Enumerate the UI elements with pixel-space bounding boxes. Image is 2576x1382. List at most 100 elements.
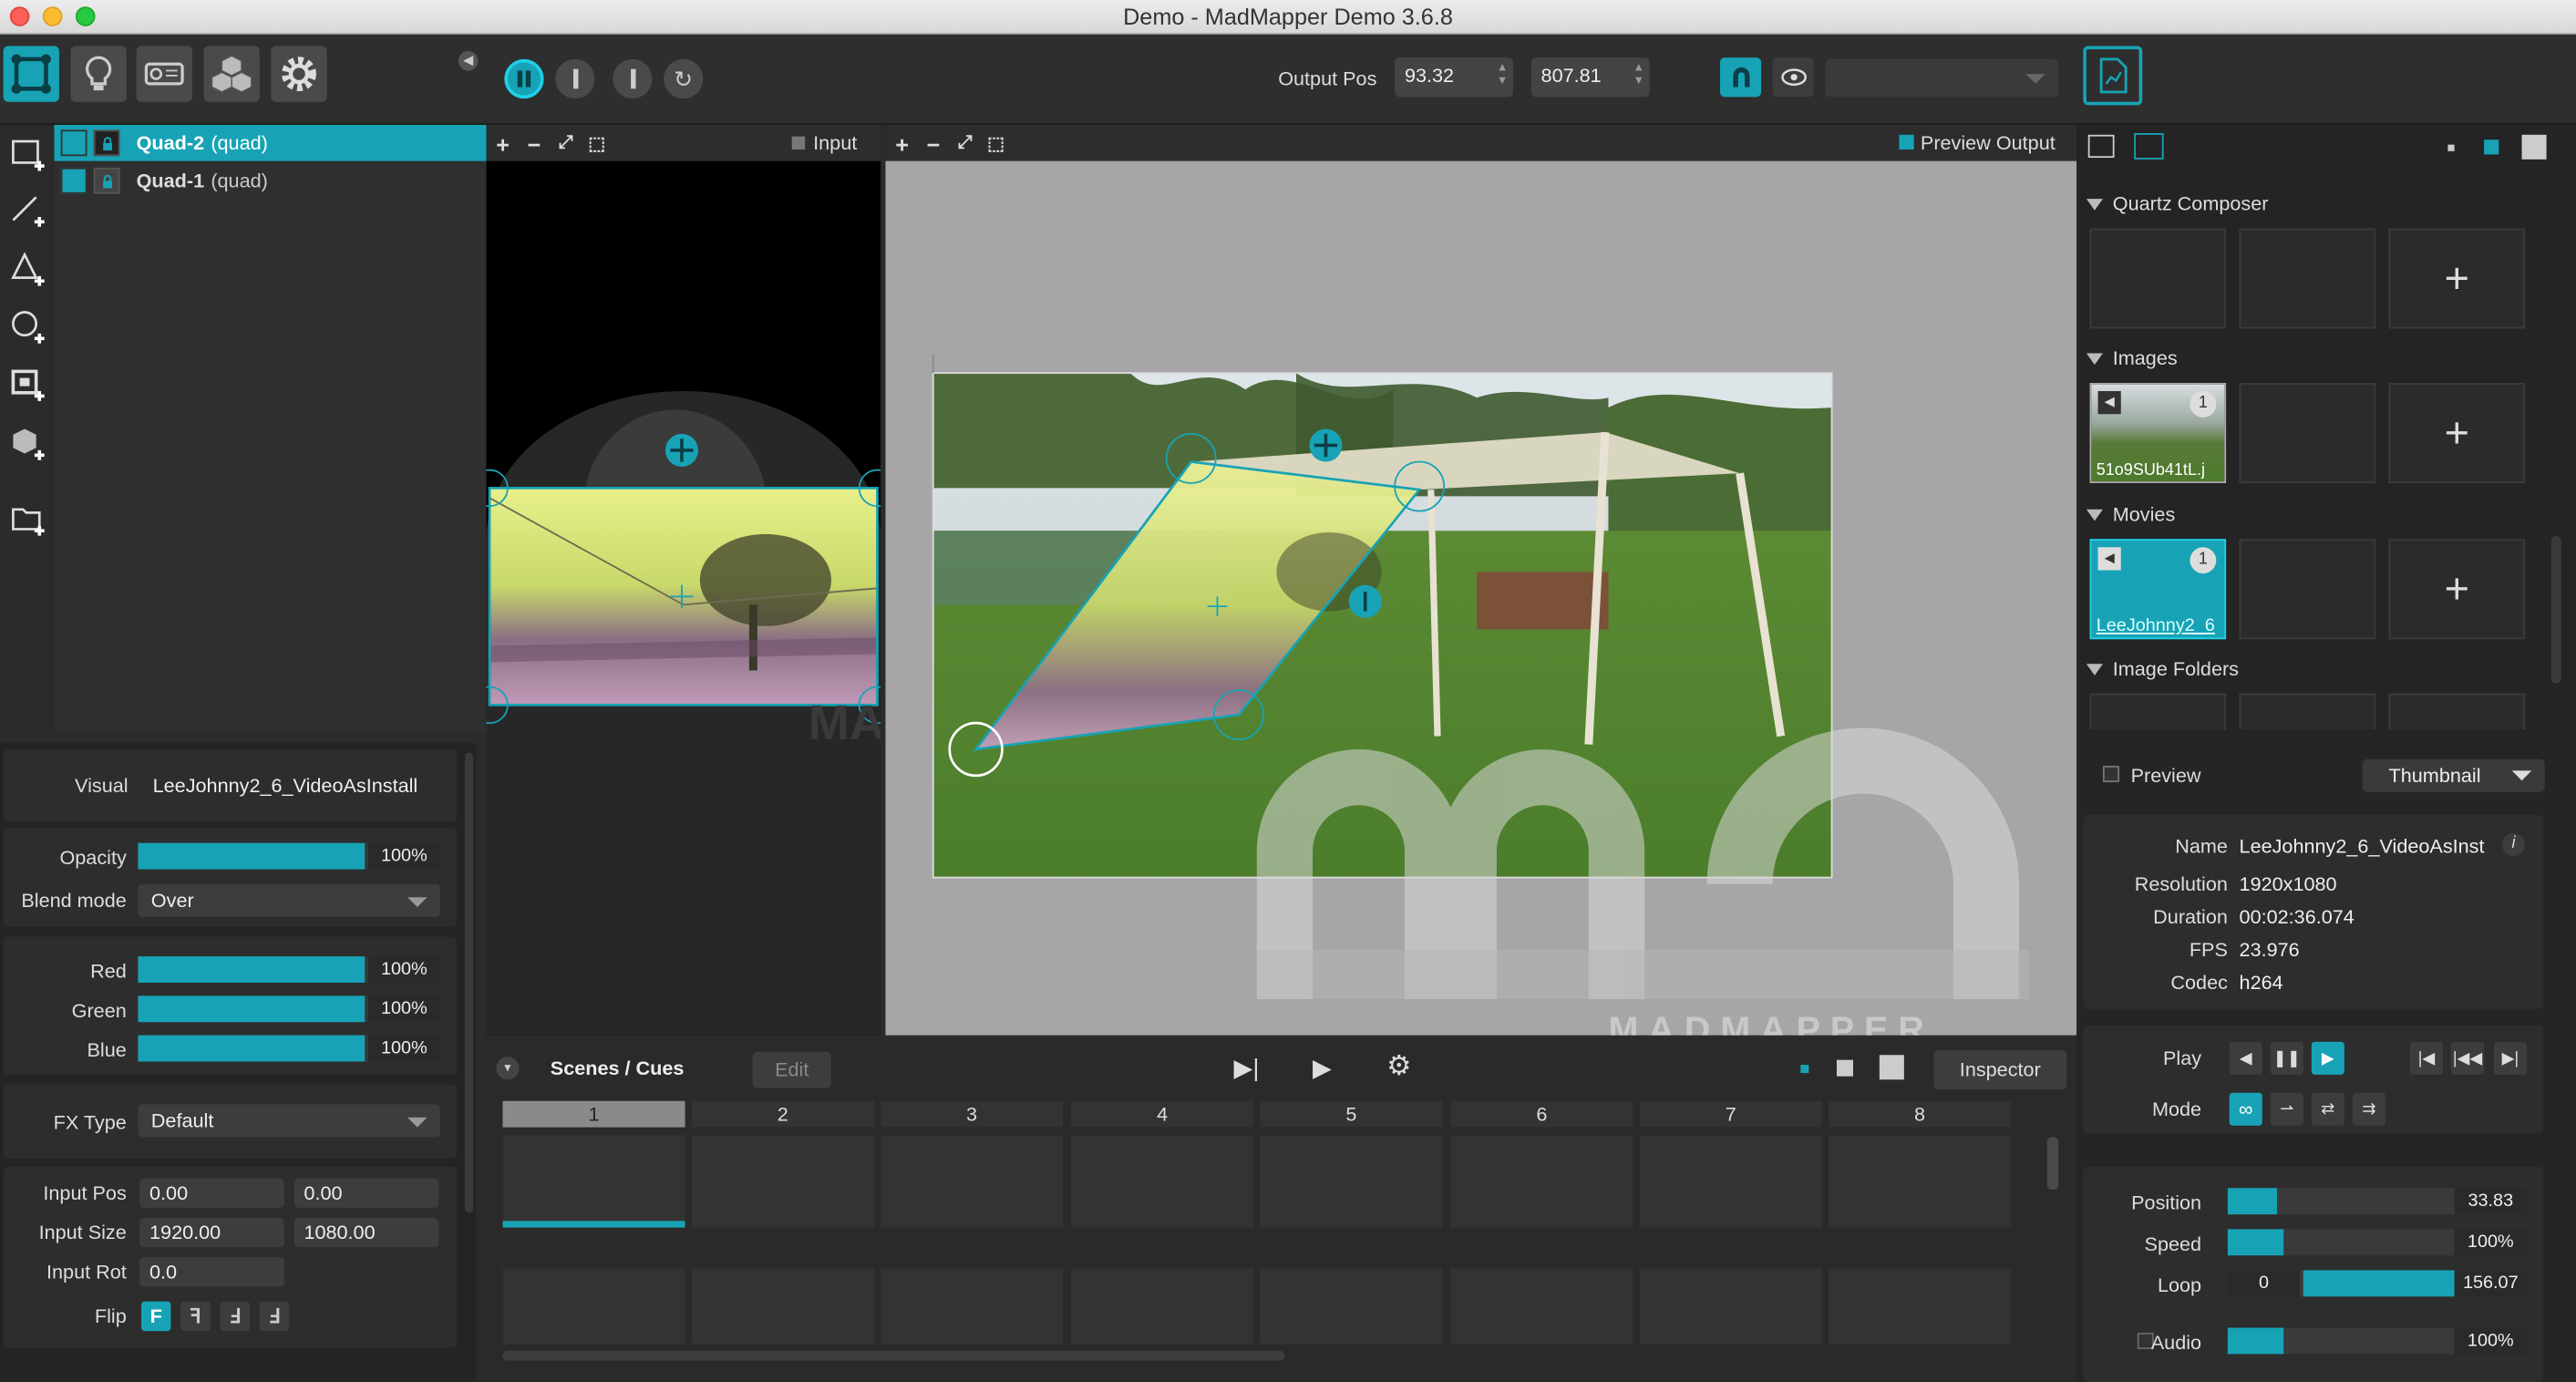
layer-visibility-toggle[interactable] (60, 167, 88, 194)
input-rot-field[interactable]: 0.0 (139, 1256, 284, 1287)
input-canvas[interactable]: MA (486, 160, 881, 1036)
speed-slider[interactable]: 100% (2227, 1229, 2527, 1256)
add-line-icon[interactable] (8, 191, 47, 230)
collapse-chevron-icon[interactable]: ▾ (496, 1057, 520, 1080)
pause-button[interactable] (504, 58, 544, 99)
pause-button[interactable]: ❚❚ (2270, 1041, 2303, 1075)
flip-horizontal-button[interactable]: ꟻ (180, 1301, 211, 1332)
cue-cell[interactable] (881, 1268, 1064, 1345)
modules-mode-button[interactable] (203, 46, 260, 102)
cue-cell[interactable] (1450, 1135, 1633, 1228)
media-slot[interactable] (2089, 693, 2227, 730)
settings-button[interactable] (271, 46, 327, 102)
image-thumbnail[interactable]: ◀ 1 51o9SUb41tL.j (2089, 383, 2227, 483)
zoom-in-icon[interactable]: + (895, 131, 909, 158)
input-size-width-field[interactable]: 1920.00 (139, 1217, 284, 1248)
vertical-scrollbar[interactable] (2046, 1137, 2059, 1191)
cue-cell[interactable] (1639, 1135, 1822, 1228)
media-slot[interactable] (2388, 693, 2526, 730)
play-back-icon[interactable]: ◀ (2097, 547, 2121, 571)
input-pos-y-field[interactable]: 0.00 (294, 1178, 439, 1208)
add-quartz-button[interactable]: + (2388, 228, 2526, 329)
zoom-in-icon[interactable]: + (496, 131, 510, 158)
lock-icon[interactable] (93, 167, 120, 194)
cue-column-header[interactable]: 8 (1828, 1100, 2012, 1128)
random-mode-icon[interactable]: ⇉ (2352, 1092, 2385, 1126)
projector-mode-button[interactable] (136, 46, 192, 102)
add-mask-icon[interactable] (8, 365, 47, 404)
add-3d-object-icon[interactable] (8, 424, 47, 463)
add-circle-icon[interactable] (8, 307, 47, 346)
output-pos-x-field[interactable]: 93.32 (1395, 57, 1513, 98)
fit-view-icon[interactable]: ⤢ (958, 133, 973, 154)
layer-row-quad-1[interactable]: Quad-1 (quad) (54, 162, 487, 200)
media-slot[interactable] (2089, 228, 2227, 329)
media-slot[interactable] (2239, 383, 2376, 483)
step-button[interactable] (555, 58, 595, 99)
add-quad-icon[interactable] (8, 135, 47, 174)
output-canvas[interactable]: MADMAPPER (885, 160, 2077, 1036)
play-forward-button[interactable]: ▶ (2311, 1041, 2344, 1075)
medium-thumb-icon[interactable] (2484, 139, 2499, 155)
movies-header[interactable]: Movies (2086, 503, 2175, 526)
add-movie-button[interactable]: + (2388, 539, 2526, 640)
step-back-button[interactable]: |◀◀ (2451, 1041, 2485, 1075)
selection-frame-icon[interactable]: ⬚ (588, 133, 605, 155)
image-folders-header[interactable]: Image Folders (2086, 657, 2239, 680)
cue-column-header[interactable]: 1 (502, 1100, 685, 1128)
cue-cell[interactable] (1639, 1268, 1822, 1345)
cue-cell[interactable] (1071, 1268, 1254, 1345)
zoom-out-icon[interactable]: − (528, 131, 541, 158)
opacity-slider[interactable]: 100% (138, 842, 441, 870)
inspector-button[interactable]: Inspector (1933, 1049, 2067, 1090)
visual-value[interactable]: LeeJohnny2_6_VideoAsInstall (153, 774, 418, 797)
green-slider[interactable]: 100% (138, 995, 441, 1023)
cue-column-header[interactable]: 4 (1071, 1100, 1254, 1128)
fit-view-icon[interactable]: ⤢ (559, 133, 573, 154)
output-select-dropdown[interactable] (1825, 58, 2059, 98)
audio-slider[interactable]: 100% (2227, 1327, 2527, 1355)
flip-both-button[interactable]: ꓞ (259, 1301, 290, 1332)
ping-pong-icon[interactable]: ⇄ (2311, 1092, 2344, 1126)
cue-cell[interactable] (1260, 1135, 1443, 1228)
quartz-composer-header[interactable]: Quartz Composer (2086, 192, 2268, 215)
edit-button[interactable]: Edit (752, 1051, 831, 1088)
layer-row-quad-2[interactable]: Quad-2 (quad) (54, 124, 487, 161)
media-slot[interactable] (2239, 539, 2376, 640)
preview-checkbox[interactable] (2102, 766, 2119, 783)
cue-cell[interactable] (502, 1268, 685, 1345)
position-slider[interactable]: 33.83 (2227, 1188, 2527, 1215)
flip-vertical-button[interactable]: Ⅎ (220, 1301, 250, 1332)
blend-mode-dropdown[interactable]: Over (138, 883, 441, 917)
image-view-icon[interactable] (2134, 133, 2164, 160)
input-size-height-field[interactable]: 1080.00 (294, 1217, 439, 1248)
small-view-icon[interactable] (1800, 1065, 1809, 1074)
lights-mode-button[interactable] (70, 46, 127, 102)
gear-icon[interactable]: ⚙ (1386, 1050, 1411, 1083)
add-triangle-icon[interactable] (8, 250, 47, 289)
collapse-arrow-icon[interactable]: ◀ (458, 50, 479, 71)
layer-visibility-toggle[interactable] (60, 129, 88, 157)
small-thumb-icon[interactable] (2447, 144, 2455, 151)
cue-cell[interactable] (881, 1135, 1064, 1228)
fx-type-dropdown[interactable]: Default (138, 1104, 441, 1138)
next-cue-icon[interactable]: ▶| (1234, 1053, 1260, 1083)
media-scrollbar[interactable] (2550, 535, 2561, 684)
large-view-icon[interactable] (1879, 1055, 1904, 1080)
cue-cell[interactable] (691, 1268, 874, 1345)
go-end-button[interactable]: ▶| (2493, 1041, 2527, 1075)
cue-column-header[interactable]: 6 (1450, 1100, 1633, 1128)
blackout-button[interactable] (613, 58, 653, 99)
cue-cell[interactable] (691, 1135, 874, 1228)
stepper-arrows-icon[interactable]: ▲ ▼ (1633, 62, 1644, 88)
info-icon[interactable]: i (2501, 832, 2526, 857)
thumbnail-dropdown[interactable]: Thumbnail (2362, 758, 2545, 792)
report-button[interactable] (2083, 46, 2143, 106)
cue-cell[interactable] (1828, 1268, 2012, 1345)
output-pos-y-field[interactable]: 807.81 (1530, 57, 1650, 98)
play-backward-button[interactable]: ◀ (2229, 1041, 2262, 1075)
selection-frame-icon[interactable]: ⬚ (987, 133, 1005, 155)
add-image-button[interactable]: + (2388, 383, 2526, 483)
images-header[interactable]: Images (2086, 346, 2178, 370)
flip-none-button[interactable]: F (140, 1301, 171, 1332)
